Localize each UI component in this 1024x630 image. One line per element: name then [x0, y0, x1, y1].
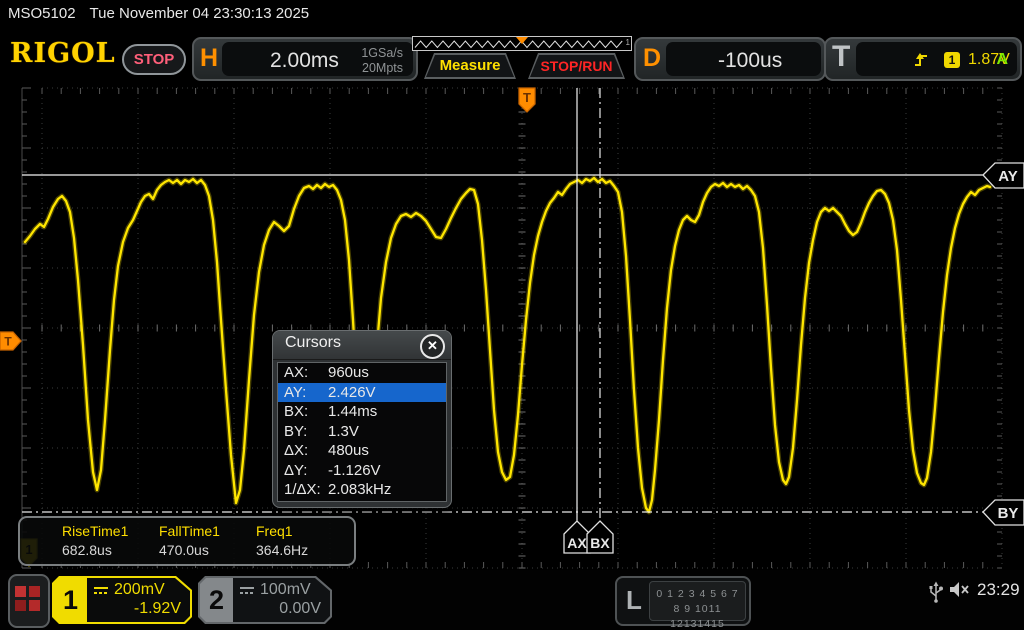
svg-text:T: T: [4, 335, 12, 349]
main-menu-button[interactable]: [8, 574, 50, 628]
channel1-button[interactable]: 1 200mV -1.92V: [52, 576, 192, 624]
clock: 23:29: [977, 580, 1020, 600]
dc-coupling-icon: [239, 586, 255, 595]
digital-channels-row1: 0 1 2 3 4 5 6 7: [650, 587, 745, 602]
acquisition-info: 1GSa/s 20Mpts: [361, 46, 403, 76]
menubar: RIGOL STOP H 2.00ms 1GSa/s 20Mpts 1 Meas…: [0, 30, 1024, 85]
digital-channels: 0 1 2 3 4 5 6 7 8 9 1011 12131415: [649, 581, 746, 621]
logic-analyzer-label: L: [626, 585, 642, 616]
trigger-inner: 1 1.87V A: [856, 42, 1017, 76]
bottombar: 1 200mV -1.92V 2: [0, 570, 1024, 630]
channel1-number: 1: [54, 578, 87, 622]
horizontal-label: H: [200, 44, 218, 73]
oscilloscope-screen: MSO5102 Tue November 04 23:30:13 2025 RIG…: [0, 0, 1024, 630]
cursors-popup-titlebar[interactable]: Cursors ✕: [273, 331, 451, 360]
overview-channel-badge: 1: [626, 38, 630, 48]
measurement-panel[interactable]: RiseTime1 682.8us FallTime1 470.0us Freq…: [18, 516, 356, 566]
measure-button-label: Measure: [426, 55, 514, 77]
channel2-scale: 100mV: [260, 581, 311, 599]
cursor-row-by[interactable]: BY:1.3V: [278, 422, 446, 442]
delay-inner: -100us: [666, 42, 821, 76]
memory-depth: 20Mpts: [361, 61, 403, 76]
horizontal-menu[interactable]: H 2.00ms 1GSa/s 20Mpts: [192, 37, 418, 81]
trigger-mode-auto: A: [996, 51, 1008, 69]
channel2-offset: 0.00V: [239, 600, 321, 618]
timebase-value: 2.00ms: [270, 49, 339, 73]
measurement-label: RiseTime1: [62, 523, 159, 539]
cursor-row-dy[interactable]: ΔY:-1.126V: [278, 461, 446, 481]
measurement-item[interactable]: Freq1 364.6Hz: [256, 518, 353, 564]
cursor-row-ay[interactable]: AY:2.426V: [278, 383, 446, 403]
datetime: Tue November 04 23:30:13 2025: [90, 5, 310, 22]
svg-text:T: T: [523, 90, 531, 105]
measurement-label: FallTime1: [159, 523, 256, 539]
cursor-row-dx[interactable]: ΔX:480us: [278, 441, 446, 461]
measure-button[interactable]: Measure: [424, 53, 516, 79]
rigol-logo: RIGOL: [10, 38, 116, 69]
trigger-menu[interactable]: T 1 1.87V A: [824, 37, 1022, 81]
measurement-value: 682.8us: [62, 542, 159, 558]
cursor-row-ax[interactable]: AX:960us: [278, 363, 446, 383]
trigger-label: T: [832, 40, 850, 74]
svg-text:AY: AY: [998, 168, 1017, 185]
svg-text:AX: AX: [567, 535, 587, 551]
measurement-item[interactable]: RiseTime1 682.8us: [62, 518, 159, 564]
measurement-item[interactable]: FallTime1 470.0us: [159, 518, 256, 564]
svg-text:BY: BY: [998, 505, 1019, 522]
cursors-popup-body: AX:960us AY:2.426V BX:1.44ms BY:1.3V ΔX:…: [277, 362, 447, 502]
delay-value: -100us: [718, 49, 782, 73]
trigger-slope-icon: [914, 52, 929, 68]
stop-run-button[interactable]: STOP/RUN: [528, 53, 625, 79]
trigger-source-badge: 1: [944, 52, 960, 68]
model-name: MSO5102: [8, 5, 76, 22]
titlebar: MSO5102 Tue November 04 23:30:13 2025: [0, 0, 1024, 30]
channel1-scale: 200mV: [114, 581, 165, 599]
menu-grid-icon: [29, 586, 40, 597]
cursors-popup-title: Cursors: [285, 334, 341, 352]
dc-coupling-icon: [93, 586, 109, 595]
overview-trigger-position-icon: [516, 37, 528, 44]
waveform-overview-strip[interactable]: 1: [412, 36, 632, 51]
channel1-offset: -1.92V: [93, 600, 181, 618]
cursor-row-inv-dx[interactable]: 1/ΔX:2.083kHz: [278, 480, 446, 500]
channel2-button[interactable]: 2 100mV 0.00V: [198, 576, 332, 624]
svg-text:BX: BX: [590, 535, 610, 551]
cursor-row-bx[interactable]: BX:1.44ms: [278, 402, 446, 422]
speaker-muted-icon[interactable]: [949, 580, 971, 600]
measurement-label: Freq1: [256, 523, 353, 539]
horizontal-inner: 2.00ms 1GSa/s 20Mpts: [222, 42, 413, 76]
run-state-indicator: STOP: [122, 44, 186, 75]
cursors-popup: Cursors ✕ AX:960us AY:2.426V BX:1.44ms B…: [272, 330, 452, 508]
measurement-value: 364.6Hz: [256, 542, 353, 558]
usb-icon: [928, 580, 944, 604]
measurement-value: 470.0us: [159, 542, 256, 558]
sample-rate: 1GSa/s: [361, 46, 403, 61]
stop-run-button-label: STOP/RUN: [530, 55, 623, 77]
logic-analyzer-button[interactable]: L 0 1 2 3 4 5 6 7 8 9 1011 12131415: [615, 576, 751, 626]
delay-menu[interactable]: D -100us: [634, 37, 826, 81]
channel2-number: 2: [200, 578, 233, 622]
close-icon[interactable]: ✕: [420, 334, 445, 359]
delay-label: D: [643, 44, 661, 73]
digital-channels-row2: 8 9 1011 12131415: [650, 602, 745, 630]
menu-grid-icon: [29, 600, 40, 611]
menu-grid-icon: [15, 586, 26, 597]
menu-grid-icon: [15, 600, 26, 611]
